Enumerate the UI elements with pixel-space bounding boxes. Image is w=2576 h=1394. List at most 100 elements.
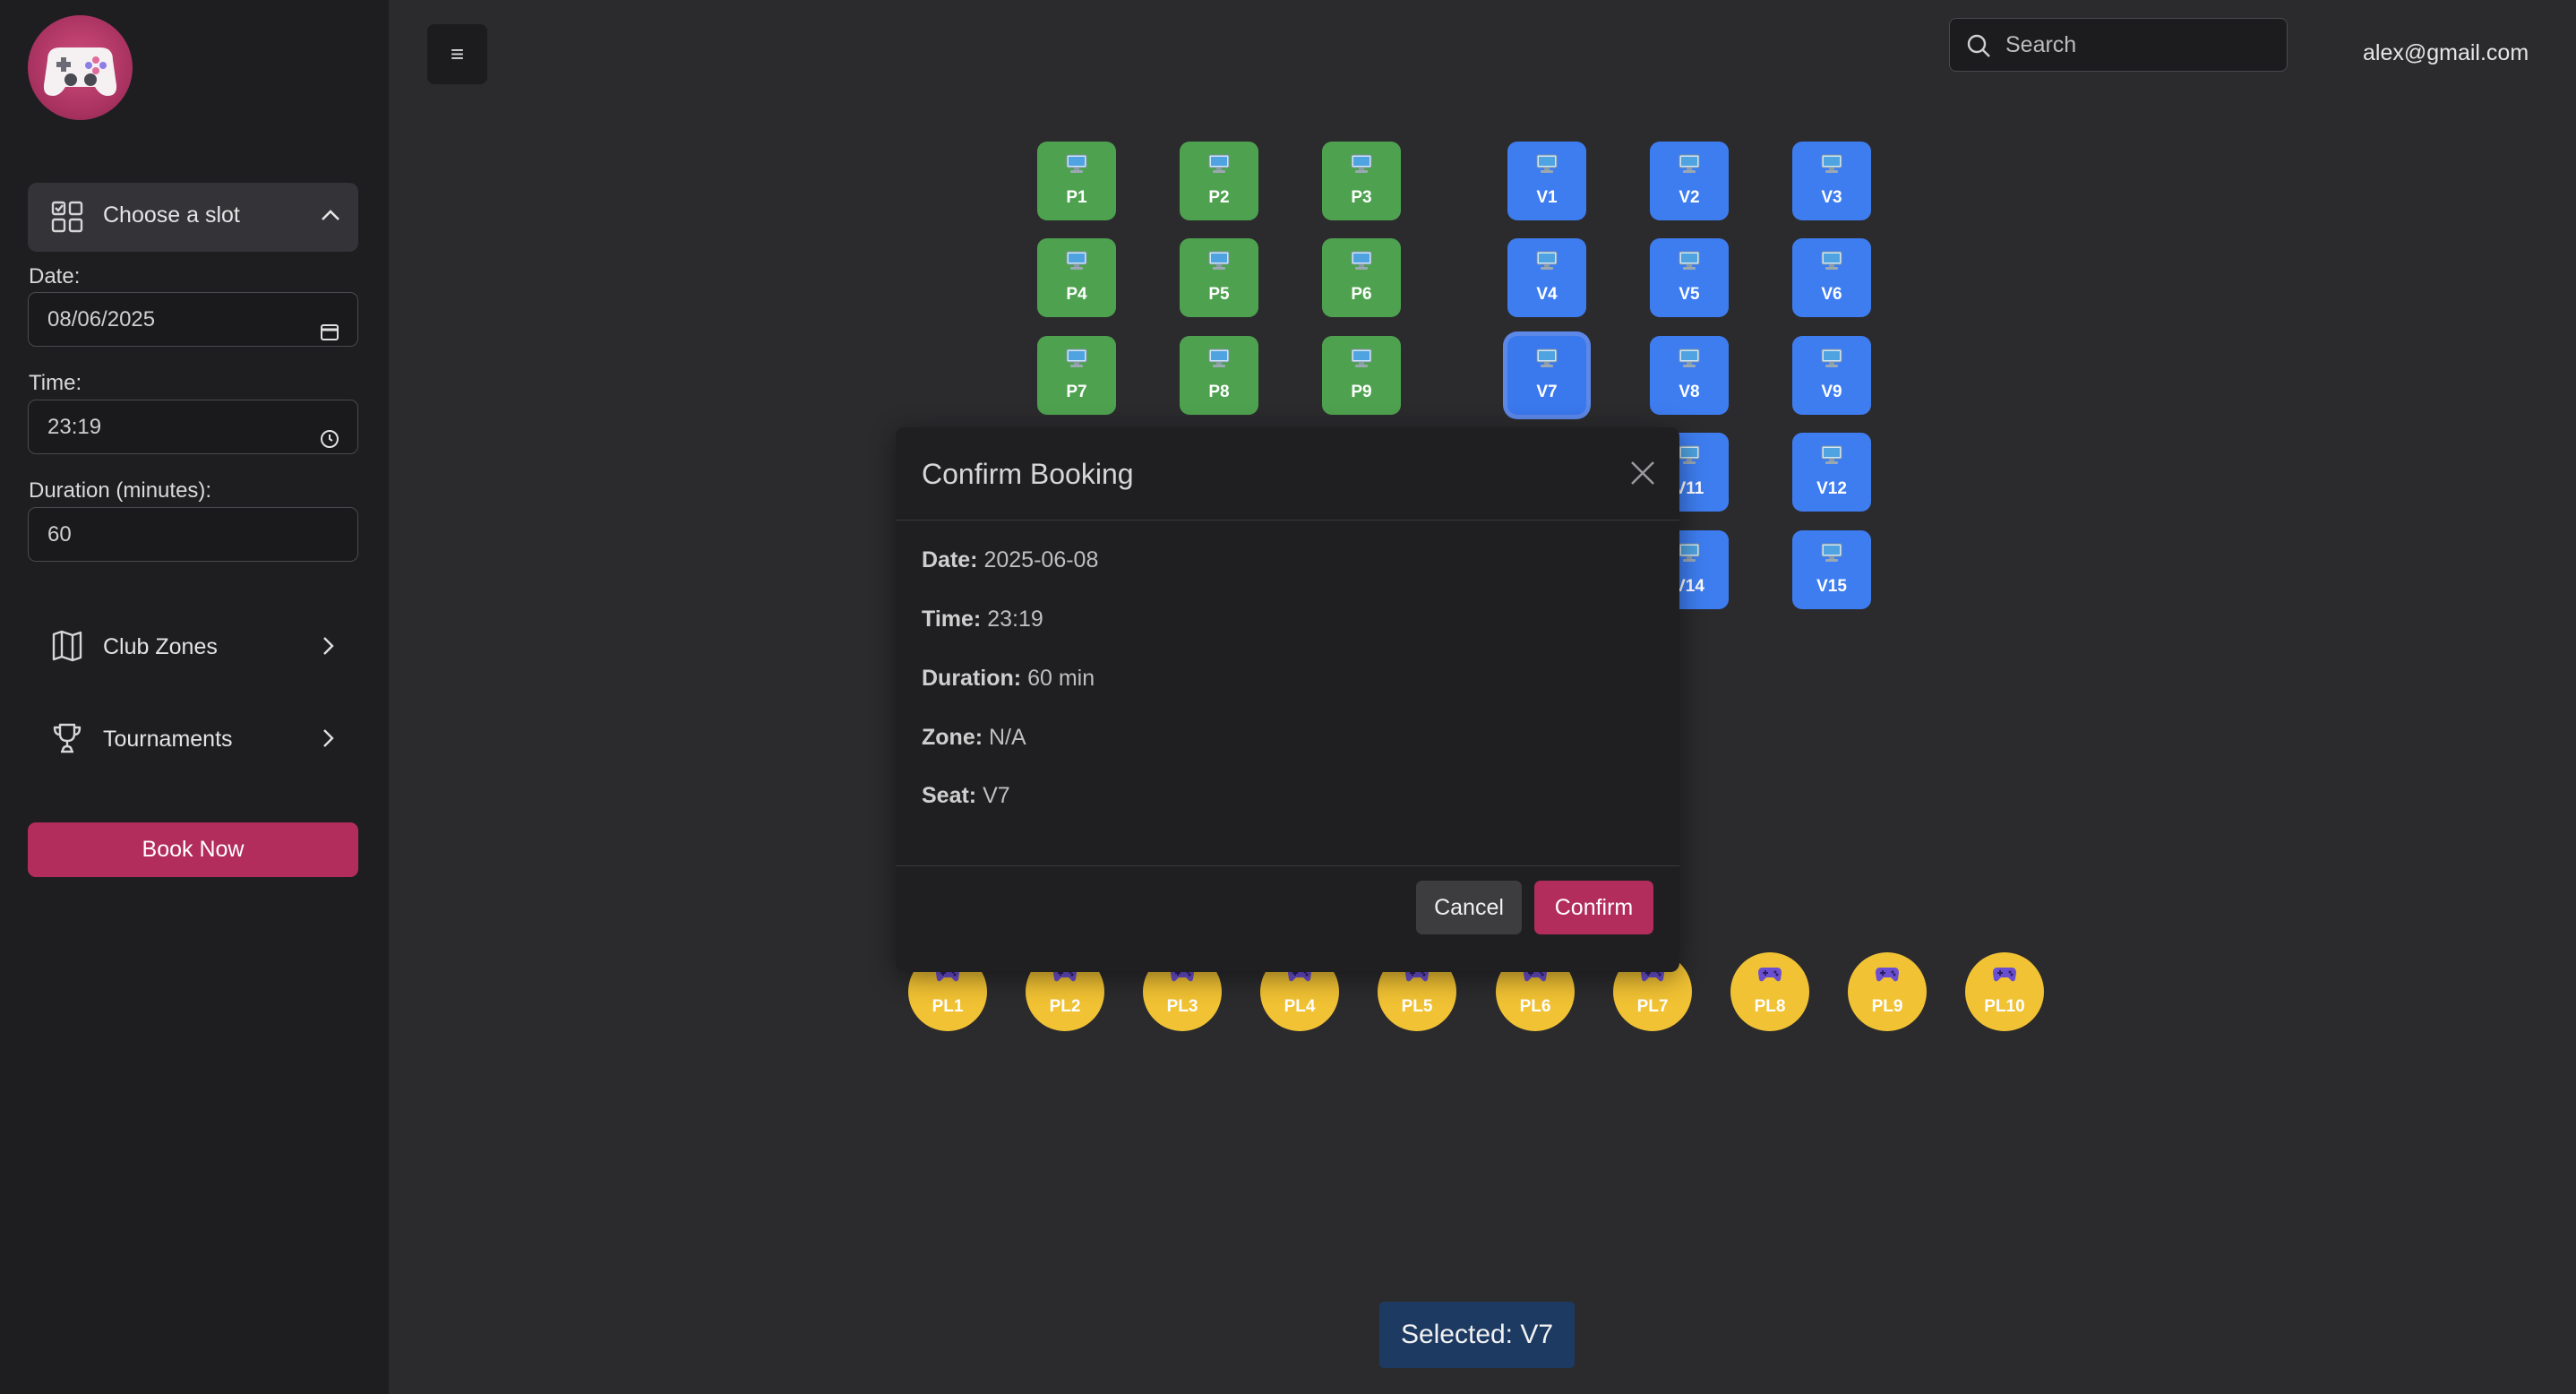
map-icon: [51, 630, 83, 667]
seat-label: PL2: [1049, 997, 1081, 1016]
seat-p7[interactable]: P7: [1037, 336, 1116, 415]
tournaments-label: Tournaments: [103, 727, 233, 752]
row-value: 2025-06-08: [983, 547, 1099, 572]
calendar-icon[interactable]: [320, 308, 339, 361]
seat-label: PL10: [1984, 997, 2025, 1016]
row-value: N/A: [989, 725, 1026, 750]
booking-seat-row: Seat: V7: [922, 783, 1010, 809]
seat-p6[interactable]: P6: [1322, 238, 1401, 317]
seat-label: V9: [1821, 383, 1842, 401]
confirm-booking-modal: Confirm Booking Date: 2025-06-08 Time: 2…: [896, 427, 1679, 972]
gamepad-icon: [1757, 965, 1782, 988]
chevron-right-icon: [317, 727, 339, 753]
duration-field[interactable]: 60: [28, 507, 358, 562]
seat-label: V3: [1821, 188, 1842, 207]
choose-slot-accordion[interactable]: Choose a slot: [28, 183, 358, 252]
seat-label: PL9: [1871, 997, 1903, 1016]
seat-label: V8: [1679, 383, 1700, 401]
console-pl9[interactable]: PL9: [1848, 952, 1927, 1031]
seat-v5[interactable]: V5: [1650, 238, 1729, 317]
seat-p1[interactable]: P1: [1037, 142, 1116, 220]
row-key: Seat:: [922, 783, 977, 808]
seat-label: PL4: [1284, 997, 1316, 1016]
cancel-button[interactable]: Cancel: [1416, 881, 1522, 934]
seat-label: P6: [1351, 285, 1372, 304]
seat-v4[interactable]: V4: [1507, 238, 1586, 317]
computer-icon: [1066, 348, 1087, 374]
seat-p8[interactable]: P8: [1180, 336, 1258, 415]
seat-v8[interactable]: V8: [1650, 336, 1729, 415]
computer-icon: [1679, 543, 1700, 568]
seat-label: PL3: [1166, 997, 1198, 1016]
computer-icon: [1208, 348, 1230, 374]
seat-v6[interactable]: V6: [1792, 238, 1871, 317]
book-now-button[interactable]: Book Now: [28, 822, 358, 877]
seat-v1[interactable]: V1: [1507, 142, 1586, 220]
console-pl8[interactable]: PL8: [1730, 952, 1809, 1031]
search-input[interactable]: Search: [1949, 18, 2288, 72]
gamepad-icon: [1875, 965, 1900, 988]
row-value: 23:19: [987, 607, 1043, 632]
booking-zone-row: Zone: N/A: [922, 725, 1026, 751]
seat-v7-selected[interactable]: V7: [1507, 336, 1586, 415]
booking-duration-row: Duration: 60 min: [922, 666, 1095, 692]
seat-v2[interactable]: V2: [1650, 142, 1729, 220]
computer-icon: [1679, 445, 1700, 470]
choose-slot-label: Choose a slot: [103, 202, 240, 228]
seat-v3[interactable]: V3: [1792, 142, 1871, 220]
seat-label: P9: [1351, 383, 1372, 401]
sidebar-item-club-zones[interactable]: Club Zones: [28, 615, 358, 678]
sidebar-item-tournaments[interactable]: Tournaments: [28, 708, 358, 770]
seat-label: P5: [1208, 285, 1230, 304]
computer-icon: [1679, 348, 1700, 374]
seat-label: PL1: [932, 997, 964, 1016]
date-field[interactable]: 08/06/2025: [28, 292, 358, 347]
computer-icon: [1821, 154, 1842, 179]
row-key: Zone:: [922, 725, 983, 750]
row-key: Duration:: [922, 666, 1022, 691]
booking-time-row: Time: 23:19: [922, 607, 1043, 632]
gamepad-logo[interactable]: [28, 15, 133, 120]
seat-p3[interactable]: P3: [1322, 142, 1401, 220]
console-pl10[interactable]: PL10: [1965, 952, 2044, 1031]
seat-v12[interactable]: V12: [1792, 433, 1871, 512]
seat-label: P2: [1208, 188, 1230, 207]
seat-p4[interactable]: P4: [1037, 238, 1116, 317]
time-label: Time:: [29, 371, 82, 395]
duration-value: 60: [47, 522, 72, 546]
sidebar: Choose a slot Date: 08/06/2025 Time: 23:…: [0, 0, 389, 1394]
seat-label: P1: [1066, 188, 1087, 207]
clock-icon[interactable]: [320, 416, 339, 469]
computer-icon: [1679, 251, 1700, 276]
seat-label: PL5: [1401, 997, 1433, 1016]
seat-p2[interactable]: P2: [1180, 142, 1258, 220]
computer-icon: [1066, 154, 1087, 179]
gamepad-icon: [1992, 965, 2017, 988]
seat-p5[interactable]: P5: [1180, 238, 1258, 317]
chevron-right-icon: [317, 635, 339, 661]
modal-header: Confirm Booking: [896, 427, 1679, 521]
search-placeholder: Search: [2005, 32, 2077, 57]
computer-icon: [1208, 251, 1230, 276]
selected-seat-badge: Selected: V7: [1379, 1302, 1575, 1368]
row-value: 60 min: [1027, 666, 1095, 691]
seat-p9[interactable]: P9: [1322, 336, 1401, 415]
seat-label: V1: [1536, 188, 1558, 207]
time-field[interactable]: 23:19: [28, 400, 358, 454]
seat-label: PL7: [1636, 997, 1669, 1016]
trophy-icon: [51, 722, 83, 759]
date-label: Date:: [29, 264, 81, 288]
close-icon[interactable]: [1629, 460, 1656, 491]
seat-label: V6: [1821, 285, 1842, 304]
seat-v9[interactable]: V9: [1792, 336, 1871, 415]
seat-label: V12: [1816, 479, 1847, 498]
computer-icon: [1066, 251, 1087, 276]
computer-icon: [1821, 445, 1842, 470]
seat-label: V2: [1679, 188, 1700, 207]
menu-toggle-button[interactable]: ≡: [427, 24, 487, 84]
confirm-button[interactable]: Confirm: [1534, 881, 1653, 934]
user-email[interactable]: alex@gmail.com: [2363, 40, 2529, 66]
seat-v15[interactable]: V15: [1792, 530, 1871, 609]
chevron-up-icon: [319, 204, 342, 232]
seat-label: PL8: [1754, 997, 1786, 1016]
